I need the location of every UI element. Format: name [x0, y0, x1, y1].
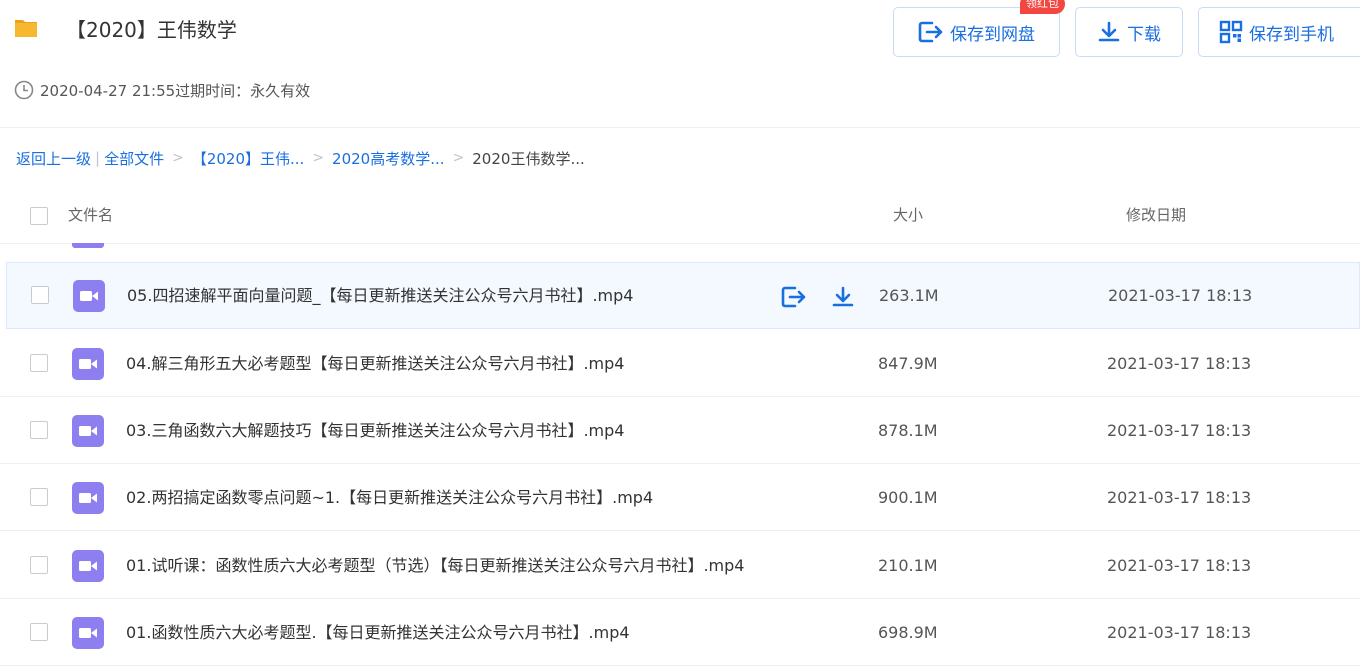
breadcrumb-item-folder-2[interactable]: 2020高考数学...: [332, 148, 444, 169]
table-row[interactable]: 02.两招搞定函数零点问题~1.【每日更新推送关注公众号六月书社】.mp4 90…: [0, 464, 1360, 531]
breadcrumb-separator: >: [172, 150, 184, 166]
file-name[interactable]: 04.解三角形五大必考题型【每日更新推送关注公众号六月书社】.mp4: [126, 330, 624, 397]
save-to-cloud-icon: [918, 21, 943, 43]
breadcrumb: 返回上一级 | 全部文件 > 【2020】王伟... > 2020高考数学...…: [16, 146, 585, 170]
column-header-size[interactable]: 大小: [893, 204, 923, 225]
row-checkbox[interactable]: [30, 556, 48, 574]
breadcrumb-separator: >: [452, 150, 465, 166]
breadcrumb-bar: |: [95, 149, 101, 167]
file-size: 847.9M: [878, 354, 938, 373]
table-row[interactable]: 03.三角函数六大解题技巧【每日更新推送关注公众号六月书社】.mp4 878.1…: [0, 397, 1360, 464]
row-checkbox[interactable]: [31, 286, 49, 304]
qr-code-icon: [1219, 20, 1243, 44]
file-date: 2021-03-17 18:13: [1107, 556, 1252, 575]
back-link[interactable]: 返回上一级: [16, 148, 91, 169]
red-packet-badge[interactable]: 领红包: [1020, 0, 1065, 14]
save-to-phone-button[interactable]: 保存到手机: [1198, 7, 1360, 57]
table-row[interactable]: 01.试听课：函数性质六大必考题型（节选）【每日更新推送关注公众号六月书社】.m…: [0, 532, 1360, 599]
download-button[interactable]: 下载: [1075, 7, 1183, 57]
breadcrumb-separator: >: [312, 150, 325, 166]
file-size: 263.1M: [879, 286, 939, 305]
video-file-icon: [72, 617, 104, 649]
page-title: 【2020】王伟数学: [66, 18, 237, 42]
file-date: 2021-03-17 18:13: [1107, 421, 1252, 440]
video-file-icon: [73, 280, 105, 312]
file-date: 2021-03-17 18:13: [1107, 354, 1252, 373]
column-header-date[interactable]: 修改日期: [1126, 204, 1186, 225]
row-checkbox[interactable]: [30, 421, 48, 439]
download-button-label: 下载: [1127, 24, 1161, 45]
row-checkbox[interactable]: [30, 354, 48, 372]
row-checkbox[interactable]: [30, 488, 48, 506]
breadcrumb-current: 2020王伟数学...: [472, 149, 585, 168]
save-to-cloud-button[interactable]: 保存到网盘: [893, 7, 1060, 57]
file-name[interactable]: 01.试听课：函数性质六大必考题型（节选）【每日更新推送关注公众号六月书社】.m…: [126, 532, 744, 599]
breadcrumb-item-folder-1[interactable]: 【2020】王伟...: [192, 148, 304, 169]
file-size: 878.1M: [878, 421, 938, 440]
save-to-cloud-icon: [781, 286, 806, 308]
download-icon: [1098, 21, 1120, 42]
breadcrumb-all-files[interactable]: 全部文件: [104, 148, 164, 169]
save-button-label: 保存到网盘: [950, 24, 1035, 45]
file-date: 2021-03-17 18:13: [1108, 286, 1253, 305]
video-file-icon: [72, 348, 104, 380]
meta-text: 2020-04-27 21:55过期时间：永久有效: [40, 81, 311, 100]
video-file-icon: [72, 482, 104, 514]
row-save-button[interactable]: [781, 284, 807, 310]
video-file-icon: [72, 243, 104, 248]
share-meta: 2020-04-27 21:55过期时间：永久有效: [14, 78, 310, 102]
file-name[interactable]: 02.两招搞定函数零点问题~1.【每日更新推送关注公众号六月书社】.mp4: [126, 464, 653, 531]
phone-button-label: 保存到手机: [1249, 24, 1334, 45]
file-name[interactable]: 03.三角函数六大解题技巧【每日更新推送关注公众号六月书社】.mp4: [126, 397, 624, 464]
clock-icon: [14, 80, 34, 100]
file-name[interactable]: 05.四招速解平面向量问题_【每日更新推送关注公众号六月书社】.mp4: [127, 263, 633, 328]
download-icon: [832, 286, 854, 307]
header-divider: [0, 127, 1360, 128]
table-row[interactable]: 05.四招速解平面向量问题_【每日更新推送关注公众号六月书社】.mp4 263.…: [6, 262, 1360, 329]
video-file-icon: [72, 550, 104, 582]
table-header-divider: [0, 243, 1360, 244]
folder-icon: [15, 20, 37, 37]
file-size: 210.1M: [878, 556, 938, 575]
row-checkbox[interactable]: [30, 623, 48, 641]
video-file-icon: [72, 415, 104, 447]
column-header-name[interactable]: 文件名: [68, 204, 113, 225]
select-all-checkbox[interactable]: [30, 207, 48, 225]
row-download-button[interactable]: [830, 284, 856, 310]
table-row[interactable]: 04.解三角形五大必考题型【每日更新推送关注公众号六月书社】.mp4 847.9…: [0, 330, 1360, 397]
file-date: 2021-03-17 18:13: [1107, 488, 1252, 507]
file-size: 900.1M: [878, 488, 938, 507]
